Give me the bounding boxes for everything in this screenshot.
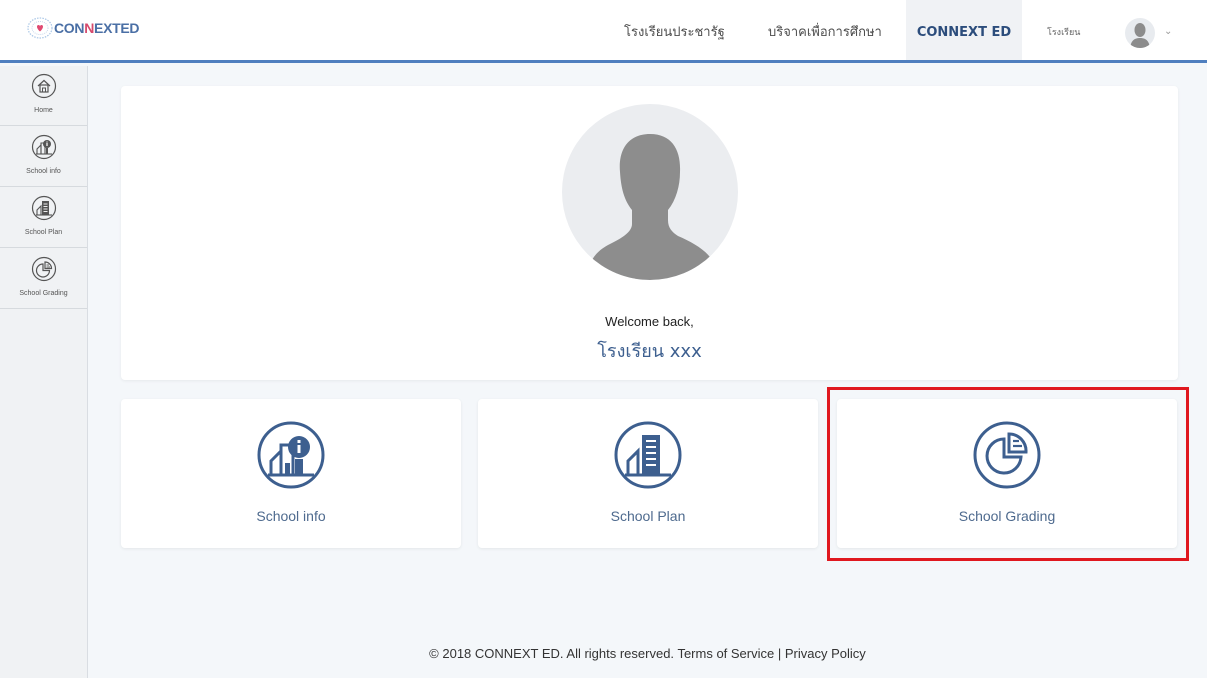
sidebar-item-label: School Grading [19,290,68,297]
tile-label: School Plan [610,508,686,524]
logo[interactable]: CONNEXTED [27,16,140,40]
sidebar-item-label: School Plan [24,229,63,236]
tile-school-plan[interactable]: School Plan [478,399,818,548]
school-grading-icon [973,421,1041,489]
nav-school-user[interactable]: โรงเรียน [1047,0,1080,60]
school-plan-icon [614,421,682,489]
user-avatar[interactable] [1125,18,1155,48]
home-icon [31,73,57,99]
school-info-icon [31,134,57,160]
top-header: CONNEXTED โรงเรียนประชารัฐ บริจาคเพื่อกา… [0,0,1207,63]
sidebar-item-label: School info [26,168,61,175]
footer-copyright: © 2018 CONNEXT ED. All rights reserved. [429,646,675,661]
logo-text: CONNEXTED [54,20,140,36]
sidebar-item-school-info[interactable]: School info [0,127,87,187]
nav-pracharat-school[interactable]: โรงเรียนประชารัฐ [624,0,725,60]
school-name: โรงเรียน xxx [597,341,702,362]
nav-donate-education[interactable]: บริจาคเพื่อการศึกษา [768,0,882,60]
profile-avatar [562,104,738,280]
nav-connext-ed[interactable]: CONNEXT ED [906,0,1022,60]
sidebar: Home School info School Plan School Grad… [0,66,88,678]
terms-link[interactable]: Terms of Service [677,646,774,661]
chevron-down-icon[interactable]: ⌄ [1164,26,1172,37]
welcome-greeting: Welcome back, [605,314,694,329]
tile-school-info[interactable]: School info [121,399,461,548]
sidebar-item-home[interactable]: Home [0,66,87,126]
avatar-silhouette-icon [1130,23,1150,48]
sidebar-item-school-plan[interactable]: School Plan [0,188,87,248]
sidebar-item-school-grading[interactable]: School Grading [0,249,87,309]
footer-separator: | [777,646,782,661]
school-plan-icon [31,195,57,221]
school-info-icon [257,421,325,489]
tile-label: School Grading [958,508,1056,524]
sidebar-item-label: Home [34,107,53,114]
logo-icon [27,17,53,39]
tile-label: School info [256,508,326,524]
tile-school-grading[interactable]: School Grading [837,399,1177,548]
school-grading-icon [31,256,57,282]
profile-silhouette-icon [590,134,712,280]
privacy-link[interactable]: Privacy Policy [785,646,866,661]
welcome-card: Welcome back, โรงเรียน xxx [121,86,1178,380]
footer: © 2018 CONNEXT ED. All rights reserved. … [88,646,1207,661]
